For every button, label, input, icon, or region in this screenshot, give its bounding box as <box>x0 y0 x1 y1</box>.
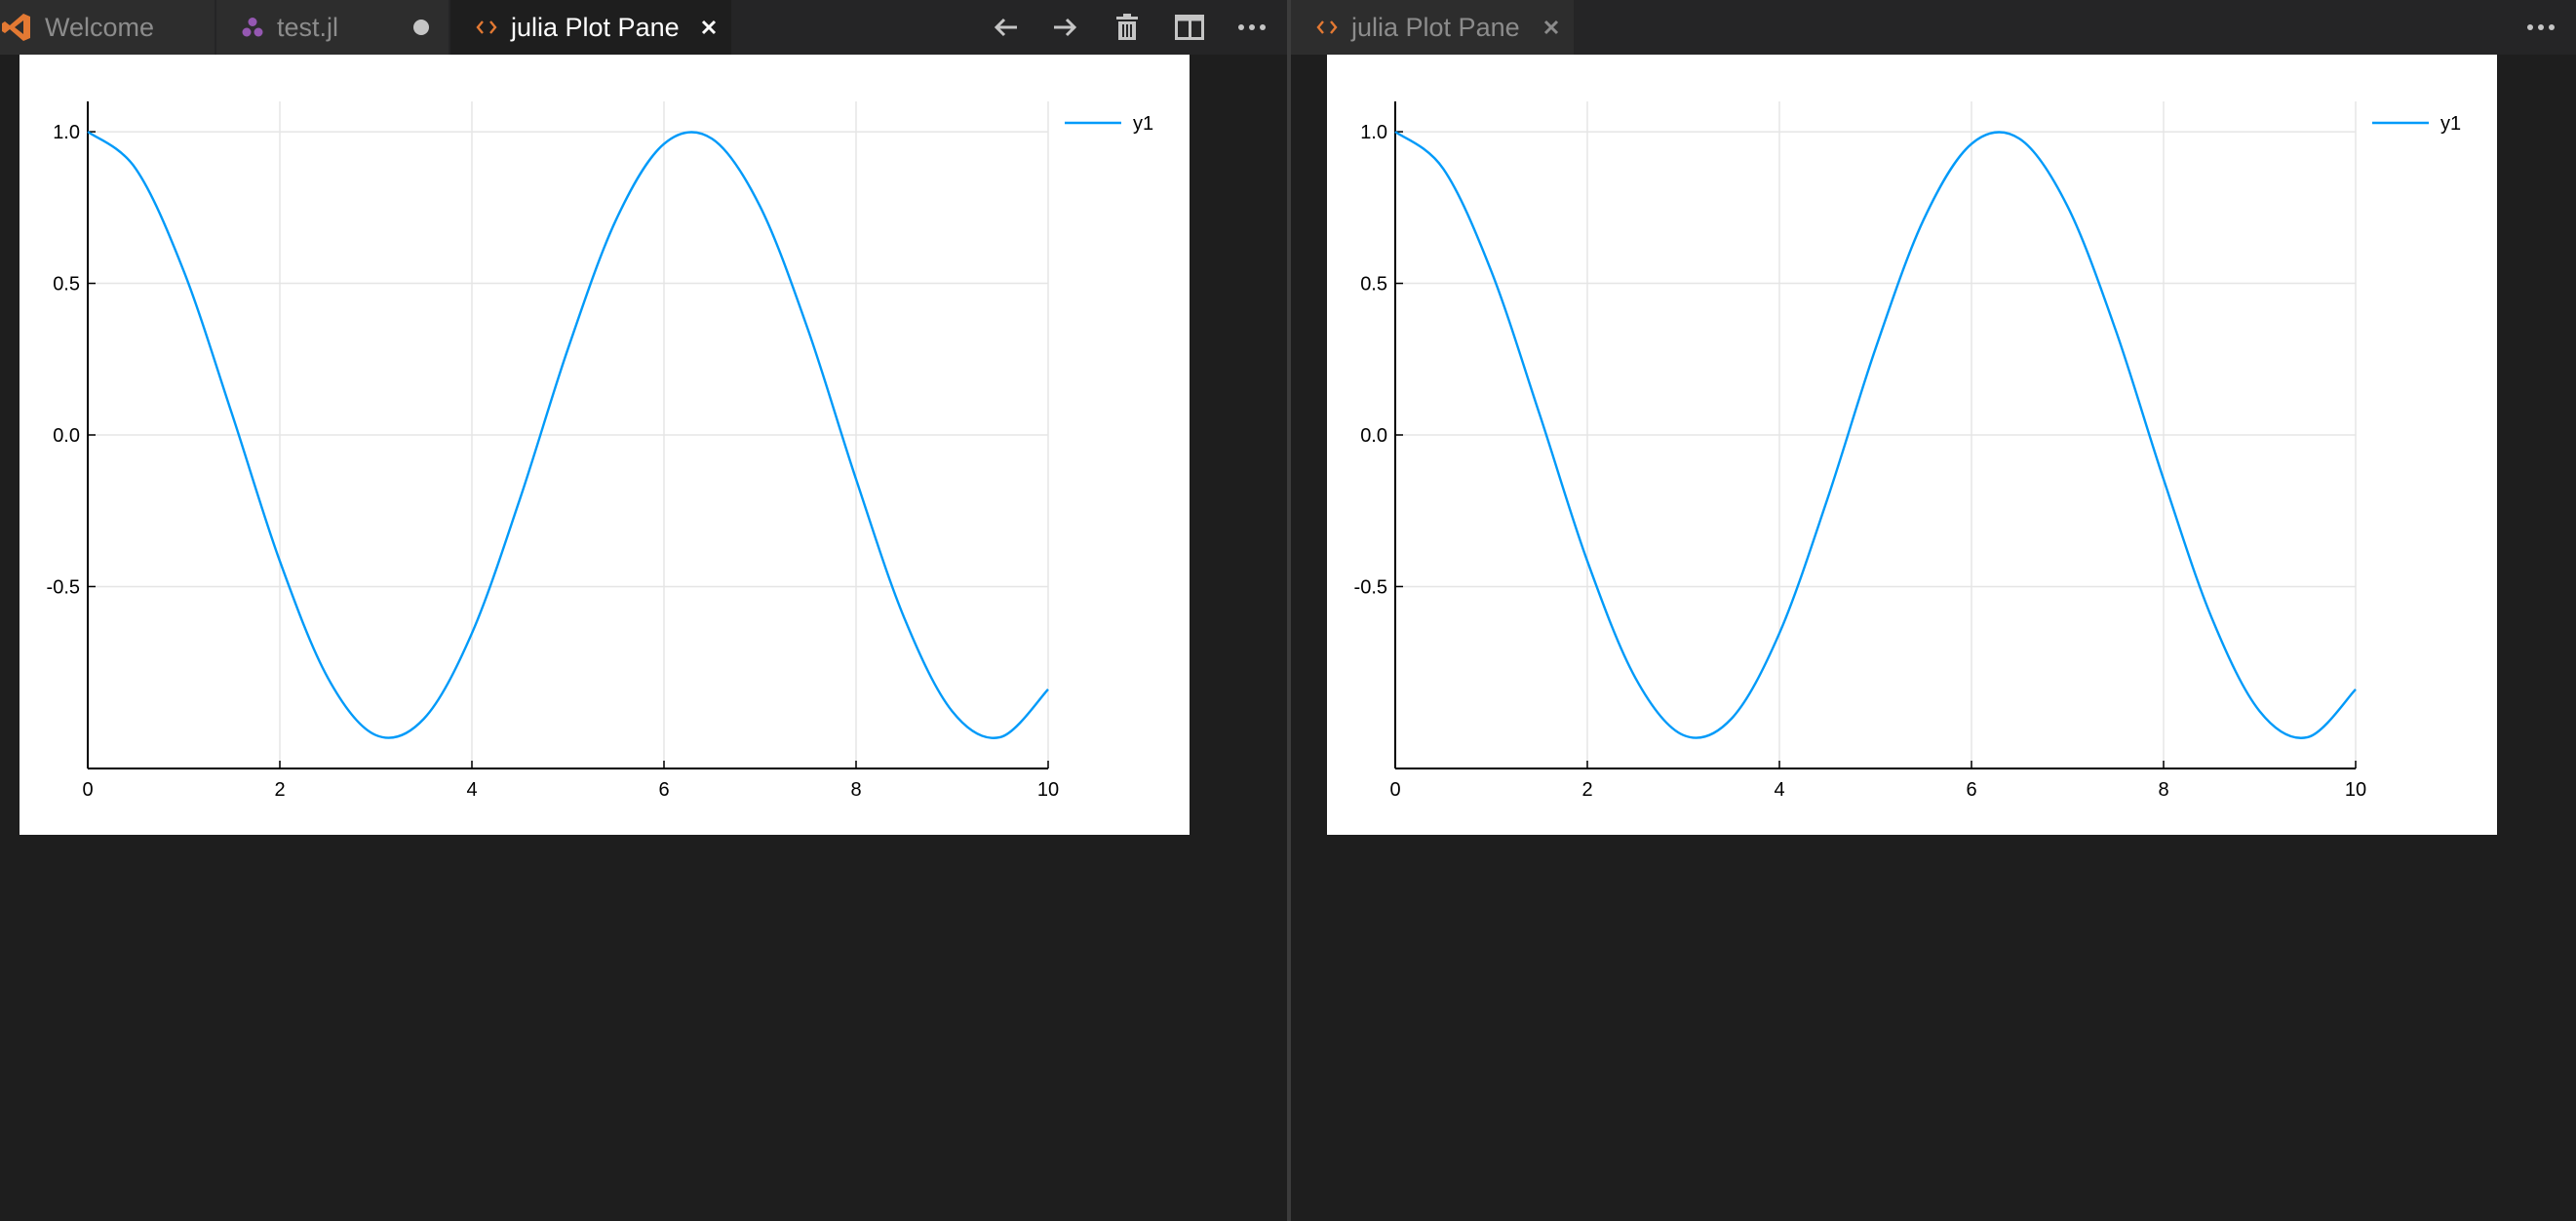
plot-pane: 0 2 4 6 8 10 1.0 0.5 0.0 -0.5 y1 <box>1327 55 2497 835</box>
tab-label: test.jl <box>277 12 339 42</box>
code-brackets-icon <box>476 20 497 35</box>
tab-label: Welcome <box>45 12 155 42</box>
editor-group-left: Welcome test.jl julia Plot Pane 0 2 4 6 … <box>0 0 1287 1221</box>
editor-group-right: julia Plot Pane 0 2 4 6 8 10 1.0 0.5 0.0 -0.5 y1 <box>1291 0 2576 1221</box>
vscode-logo-icon <box>0 11 33 44</box>
line-chart: 0 2 4 6 8 10 1.0 0.5 0.0 -0.5 y1 <box>47 101 1153 801</box>
code-brackets-icon <box>1316 20 1338 35</box>
x-tick-label: 0 <box>82 779 93 801</box>
tab-test-jl[interactable]: test.jl <box>216 0 449 55</box>
x-tick-label: 0 <box>1389 779 1400 801</box>
x-tick-label: 6 <box>1966 779 1976 801</box>
y-tick-label: -0.5 <box>47 576 80 598</box>
tab-label: julia Plot Pane <box>511 12 680 42</box>
tab-bar: Welcome test.jl julia Plot Pane <box>0 0 1287 55</box>
x-tick-label: 8 <box>850 779 861 801</box>
tab-julia-plot-pane[interactable]: julia Plot Pane <box>450 0 731 55</box>
y-tick-label: 0.0 <box>1360 425 1387 447</box>
arrow-left-icon[interactable] <box>987 8 1026 47</box>
y-tick-label: 0.5 <box>1360 274 1387 295</box>
unsaved-dot-icon[interactable] <box>413 20 429 35</box>
x-tick-label: 2 <box>274 779 285 801</box>
close-icon[interactable] <box>700 0 718 55</box>
x-tick-label: 2 <box>1581 779 1592 801</box>
x-tick-label: 10 <box>1037 779 1059 801</box>
legend-label: y1 <box>1133 113 1153 135</box>
y-tick-label: 1.0 <box>1360 122 1387 143</box>
y-tick-label: 0.5 <box>53 274 80 295</box>
tab-label: julia Plot Pane <box>1351 12 1520 42</box>
tab-welcome[interactable]: Welcome <box>0 0 215 55</box>
x-tick-label: 4 <box>466 779 477 801</box>
y-tick-label: 1.0 <box>53 122 80 143</box>
editor-actions <box>987 0 1287 55</box>
arrow-right-icon[interactable] <box>1045 8 1084 47</box>
split-editor-icon[interactable] <box>1170 8 1209 47</box>
more-actions-icon[interactable] <box>2521 8 2560 47</box>
trash-icon[interactable] <box>1108 8 1147 47</box>
tab-julia-plot-pane[interactable]: julia Plot Pane <box>1291 0 1574 55</box>
more-actions-icon[interactable] <box>1232 8 1271 47</box>
close-icon[interactable] <box>1542 0 1560 55</box>
x-tick-label: 8 <box>2158 779 2168 801</box>
plot-pane: 0 2 4 6 8 10 1.0 0.5 0.0 -0.5 y1 <box>20 55 1190 835</box>
editor-actions <box>2517 0 2576 55</box>
x-tick-label: 10 <box>2345 779 2366 801</box>
x-tick-label: 4 <box>1774 779 1784 801</box>
y-tick-label: 0.0 <box>53 425 80 447</box>
y-tick-label: -0.5 <box>1354 576 1387 598</box>
x-tick-label: 6 <box>658 779 669 801</box>
tab-bar: julia Plot Pane <box>1291 0 2576 55</box>
line-chart: 0 2 4 6 8 10 1.0 0.5 0.0 -0.5 y1 <box>1354 101 2461 801</box>
julia-logo-icon <box>242 17 263 38</box>
legend-label: y1 <box>2440 113 2461 135</box>
